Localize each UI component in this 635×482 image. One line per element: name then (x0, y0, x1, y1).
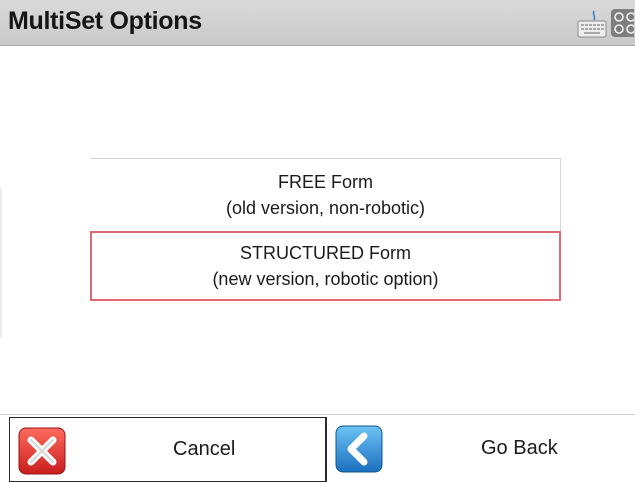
bottom-button-bar: Cancel Go Back (0, 414, 635, 482)
keyboard-icon[interactable] (577, 10, 607, 38)
red-x-icon (18, 427, 66, 475)
option-subtitle: (new version, robotic option) (212, 269, 439, 289)
go-back-label: Go Back (481, 437, 558, 459)
structured-form-option-button[interactable]: STRUCTURED Form (new version, robotic op… (90, 231, 561, 301)
left-edge-divider (0, 188, 2, 338)
option-title: STRUCTURED Form (240, 243, 411, 263)
page-title: MultiSet Options (8, 7, 202, 35)
cancel-button[interactable]: Cancel (9, 417, 327, 482)
apps-grid-icon[interactable] (610, 8, 634, 38)
go-back-button[interactable]: Go Back (329, 417, 635, 482)
option-subtitle: (old version, non-robotic) (225, 198, 426, 218)
keyboard-cable (592, 10, 596, 21)
multiset-options-screen: MultiSet Options FREE Form (old version,… (0, 0, 635, 482)
option-title: FREE Form (277, 172, 373, 192)
free-form-option-button[interactable]: FREE Form (old version, non-robotic) (90, 158, 561, 231)
cancel-label: Cancel (173, 438, 236, 460)
title-bar: MultiSet Options (0, 0, 635, 46)
blue-chevron-left-icon (335, 425, 383, 473)
